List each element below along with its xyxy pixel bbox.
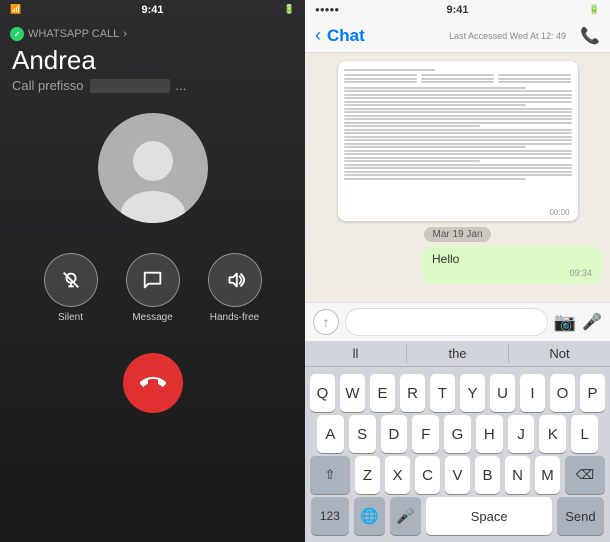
chat-title[interactable]: Chat [327, 26, 365, 46]
left-time: 9:41 [141, 4, 163, 16]
backspace-key[interactable]: ⌫ [565, 456, 605, 494]
key-j[interactable]: J [508, 415, 535, 453]
end-call-button[interactable] [123, 353, 183, 413]
key-t[interactable]: T [430, 374, 455, 412]
message-input-area: ↑ 📷 🎤 [305, 302, 610, 341]
document-timestamp: 00:00 [549, 208, 569, 217]
handsfree-button[interactable] [208, 253, 262, 307]
right-battery: 🔋 [589, 4, 600, 15]
right-time: 9:41 [446, 4, 468, 16]
expand-button[interactable]: ↑ [313, 309, 339, 335]
date-divider: Mar 19 Jan [305, 229, 610, 240]
call-screen: 📶 9:41 🔋 ✓ WHATSAPP CALL › Andrea Call p… [0, 0, 305, 542]
num-key[interactable]: 123 [311, 497, 349, 535]
space-key[interactable]: Space [426, 497, 552, 535]
keyboard-row-1: Q W E R T Y U I O P [311, 374, 604, 412]
keyboard-row-3: ⇧ Z X C V B N M ⌫ [311, 456, 604, 494]
silent-label: Silent [58, 312, 83, 323]
handsfree-label: Hands-free [210, 312, 259, 323]
prefix-bar [90, 79, 170, 93]
key-c[interactable]: C [415, 456, 440, 494]
key-o[interactable]: O [550, 374, 575, 412]
chat-screen: ●●●●● 9:41 🔋 ‹ Chat Last Accessed Wed At… [305, 0, 610, 542]
key-u[interactable]: U [490, 374, 515, 412]
document-message: 00:00 [338, 61, 578, 221]
key-l[interactable]: L [571, 415, 598, 453]
globe-key[interactable]: 🌐 [354, 497, 385, 535]
key-e[interactable]: E [370, 374, 395, 412]
call-action-buttons: Silent Message Hands-free [44, 253, 262, 323]
handsfree-btn-group: Hands-free [208, 253, 262, 323]
document-content [338, 61, 578, 221]
key-b[interactable]: B [475, 456, 500, 494]
key-z[interactable]: Z [355, 456, 380, 494]
silent-button[interactable] [44, 253, 98, 307]
key-m[interactable]: M [535, 456, 560, 494]
suggestion-2[interactable]: the [407, 344, 509, 363]
call-label-text: WHATSAPP CALL [28, 28, 119, 40]
keyboard-bottom-row: 123 🌐 🎤 Space Send [311, 497, 604, 535]
whatsapp-logo: ✓ [10, 27, 24, 41]
ellipsis: ... [176, 78, 187, 93]
key-x[interactable]: X [385, 456, 410, 494]
hello-time: 09:34 [432, 268, 592, 278]
keyboard-suggestions: ll the Not [305, 341, 610, 367]
right-signal: ●●●●● [315, 5, 339, 14]
send-key[interactable]: Send [557, 497, 604, 535]
hello-message: Hello 09:34 [422, 246, 602, 284]
key-a[interactable]: A [317, 415, 344, 453]
key-s[interactable]: S [349, 415, 376, 453]
right-status-bar: ●●●●● 9:41 🔋 [305, 0, 610, 19]
battery-icon: 🔋 [284, 4, 295, 15]
back-button[interactable]: ‹ [315, 25, 321, 46]
chat-header: ‹ Chat Last Accessed Wed At 12: 49 📞 [305, 19, 610, 53]
mic-button[interactable]: 🎤 [582, 312, 602, 332]
caller-name: Andrea [0, 45, 305, 76]
call-label-chevron: › [123, 28, 127, 40]
shift-key[interactable]: ⇧ [310, 456, 350, 494]
speaker-icon [224, 269, 246, 291]
message-icon [142, 269, 164, 291]
silent-btn-group: Silent [44, 253, 98, 323]
camera-button[interactable]: 📷 [554, 312, 576, 333]
key-p[interactable]: P [580, 374, 605, 412]
chat-messages: 00:00 Mar 19 Jan Hello 09:34 [305, 53, 610, 302]
message-btn-group: Message [126, 253, 180, 323]
keyboard-row-2: A S D F G H J K L [317, 415, 598, 453]
call-label: ✓ WHATSAPP CALL › [0, 27, 305, 41]
mic-off-icon [60, 269, 82, 291]
left-battery: 🔋 [284, 4, 295, 15]
left-status-bar: 📶 9:41 🔋 [0, 0, 305, 19]
caller-avatar [98, 113, 208, 223]
hello-text: Hello [432, 252, 459, 266]
last-accessed-text: Last Accessed Wed At 12: 49 [449, 31, 566, 41]
key-q[interactable]: Q [310, 374, 335, 412]
key-r[interactable]: R [400, 374, 425, 412]
message-input[interactable] [345, 308, 548, 336]
key-k[interactable]: K [539, 415, 566, 453]
key-y[interactable]: Y [460, 374, 485, 412]
left-signal: 📶 [10, 4, 21, 15]
key-v[interactable]: V [445, 456, 470, 494]
suggestion-3[interactable]: Not [509, 344, 610, 363]
key-i[interactable]: I [520, 374, 545, 412]
message-button[interactable] [126, 253, 180, 307]
mic-key[interactable]: 🎤 [390, 497, 421, 535]
key-n[interactable]: N [505, 456, 530, 494]
key-g[interactable]: G [444, 415, 471, 453]
key-f[interactable]: F [412, 415, 439, 453]
wifi-icon: 📶 [10, 4, 21, 15]
message-label: Message [132, 312, 173, 323]
suggestion-1[interactable]: ll [305, 344, 407, 363]
key-d[interactable]: D [381, 415, 408, 453]
key-h[interactable]: H [476, 415, 503, 453]
end-call-icon [140, 370, 166, 396]
key-w[interactable]: W [340, 374, 365, 412]
phone-call-icon[interactable]: 📞 [580, 26, 600, 46]
avatar-silhouette [113, 133, 193, 223]
keyboard: Q W E R T Y U I O P A S D F G H J K L ⇧ … [305, 367, 610, 542]
call-subtitle: Call prefisso ... [0, 78, 305, 93]
call-subtitle-text: Call prefisso [12, 78, 84, 93]
